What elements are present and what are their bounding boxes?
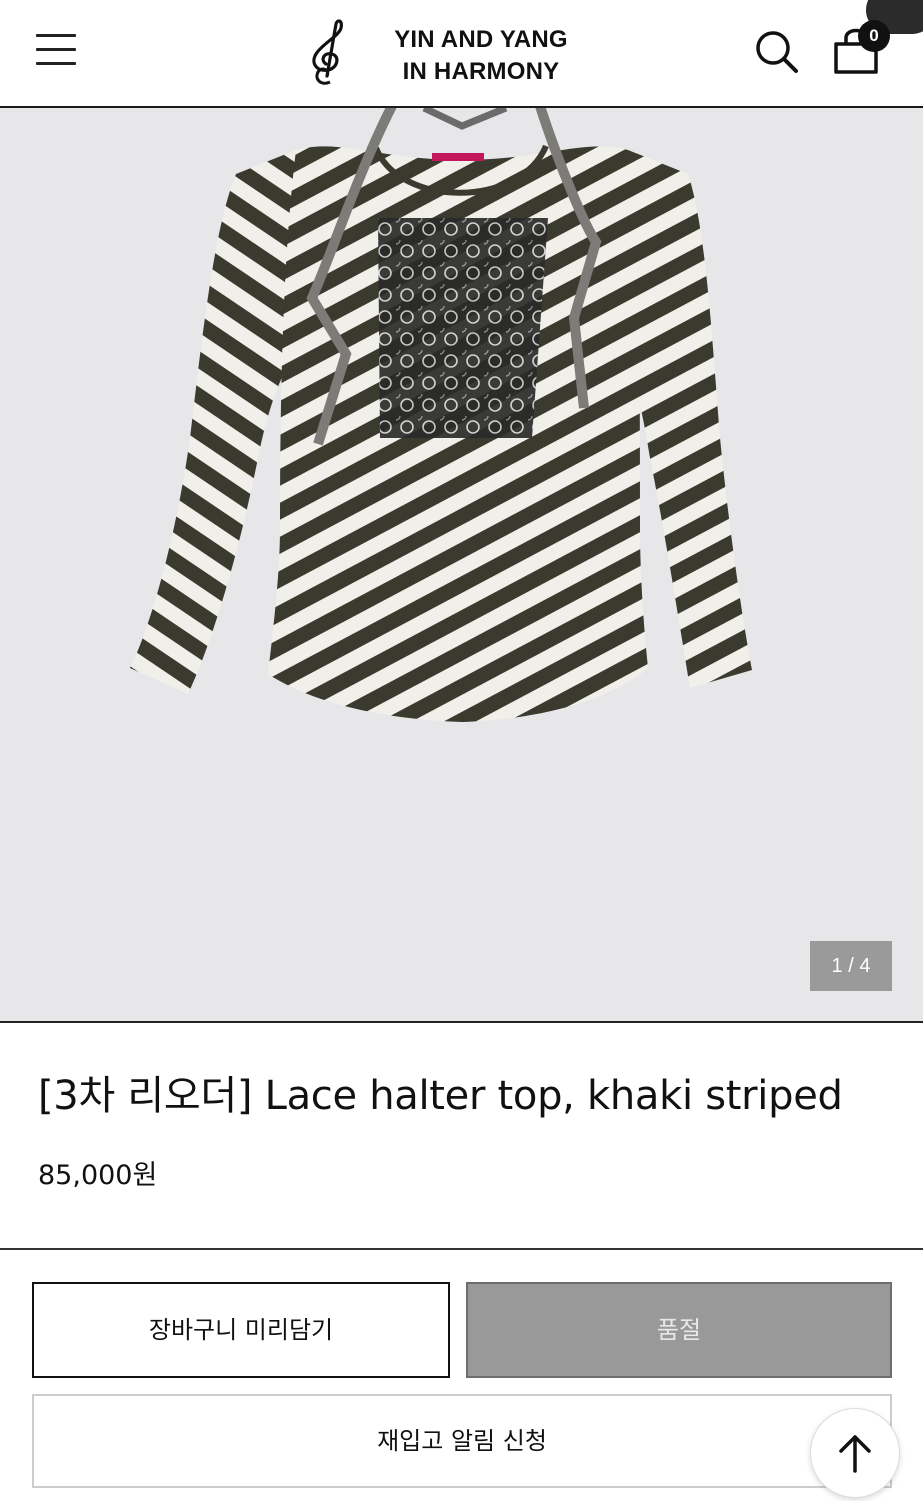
info-divider bbox=[0, 1248, 923, 1250]
right-sleeve bbox=[628, 150, 752, 688]
restock-alert-button[interactable]: 재입고 알림 신청 bbox=[32, 1394, 892, 1488]
arrow-up-icon bbox=[839, 1435, 871, 1473]
scroll-to-top-button[interactable] bbox=[810, 1408, 900, 1498]
product-image bbox=[130, 108, 752, 723]
menu-icon[interactable] bbox=[36, 32, 78, 68]
add-to-cart-button[interactable]: 장바구니 미리담기 bbox=[32, 1282, 450, 1378]
gallery-counter: 1 / 4 bbox=[810, 941, 892, 991]
gallery-divider bbox=[0, 1021, 923, 1023]
brand-name: YIN AND YANG IN HARMONY bbox=[366, 24, 596, 88]
treble-clef-icon bbox=[312, 19, 343, 85]
product-title: [3차 리오더] Lace halter top, khaki striped bbox=[38, 1073, 843, 1119]
brand-logo[interactable]: YIN AND YANG IN HARMONY bbox=[296, 18, 596, 90]
brand-line-2: IN HARMONY bbox=[402, 58, 560, 85]
brand-line-1: YIN AND YANG bbox=[394, 26, 568, 53]
lace-panel bbox=[378, 218, 548, 438]
product-price: 85,000원 bbox=[38, 1160, 158, 1191]
left-sleeve bbox=[130, 150, 296, 694]
cart-count-badge: 0 bbox=[858, 20, 890, 52]
search-icon[interactable] bbox=[752, 28, 802, 76]
sold-out-button[interactable]: 품절 bbox=[466, 1282, 892, 1378]
site-header: YIN AND YANG IN HARMONY 0 bbox=[0, 0, 923, 106]
product-image-gallery[interactable]: 1 / 4 bbox=[0, 108, 923, 1021]
